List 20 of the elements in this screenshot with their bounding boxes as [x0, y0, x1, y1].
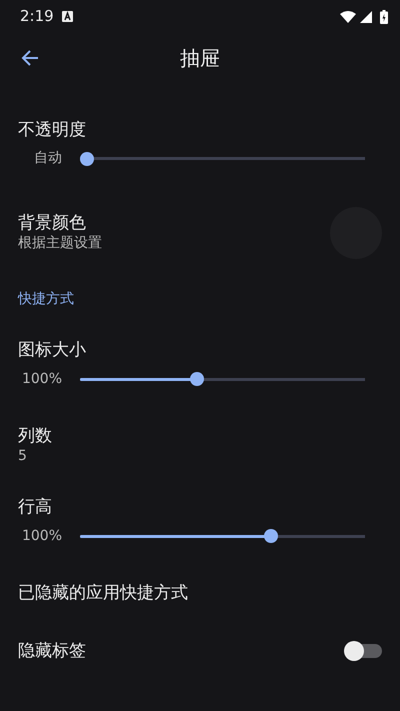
setting-summary: 根据主题设置	[18, 234, 102, 254]
setting-title: 隐藏标签	[18, 640, 86, 662]
setting-title: 行高	[18, 497, 53, 518]
slider-value: 100%	[20, 526, 62, 546]
back-button[interactable]	[20, 48, 40, 68]
screen-title: 抽屉	[180, 45, 220, 72]
section-header: 快捷方式	[18, 290, 75, 310]
toggle-switch[interactable]	[346, 644, 382, 658]
slider-thumb[interactable]	[190, 372, 204, 386]
setting-title: 列数	[18, 426, 52, 446]
setting-title: 图标大小	[18, 340, 87, 361]
setting-summary: 5	[18, 447, 28, 466]
slider-value: 100%	[20, 370, 62, 389]
slider-value: 自动	[33, 149, 62, 168]
slider-thumb[interactable]	[264, 529, 278, 544]
setting-title: 背景颜色	[18, 212, 87, 234]
status-time: 2:19	[20, 6, 54, 27]
slider-thumb[interactable]	[80, 152, 94, 166]
setting-title: 已隐藏的应用快捷方式	[18, 582, 188, 603]
setting-title: 不透明度	[18, 120, 87, 140]
